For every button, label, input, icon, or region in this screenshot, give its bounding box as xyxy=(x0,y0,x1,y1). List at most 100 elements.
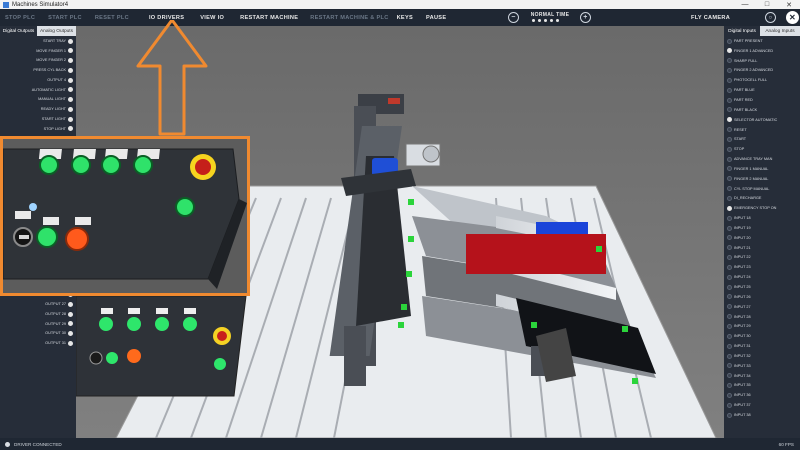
input-led-icon[interactable] xyxy=(727,255,732,261)
input-led-icon[interactable] xyxy=(727,363,732,369)
digital-input-row[interactable]: INPUT 20 xyxy=(724,233,800,243)
digital-input-row[interactable]: FINGER 1 MANUAL xyxy=(724,164,800,174)
digital-input-row[interactable]: INPUT 38 xyxy=(724,410,800,420)
input-led-icon[interactable] xyxy=(727,205,732,211)
input-led-icon[interactable] xyxy=(727,284,732,290)
digital-input-row[interactable]: INPUT 30 xyxy=(724,331,800,341)
digital-input-row[interactable]: SHARP FULL xyxy=(724,56,800,66)
keys-button[interactable]: KEYS xyxy=(397,15,413,21)
maximize-icon[interactable]: □ xyxy=(756,0,778,9)
minimize-icon[interactable]: — xyxy=(734,0,756,9)
digital-output-row[interactable]: PRESS CYL BACK xyxy=(0,65,76,75)
input-led-icon[interactable] xyxy=(727,333,732,339)
digital-input-row[interactable]: INPUT 29 xyxy=(724,321,800,331)
input-led-icon[interactable] xyxy=(727,215,732,221)
input-led-icon[interactable] xyxy=(727,392,732,398)
input-led-icon[interactable] xyxy=(727,146,732,152)
digital-output-row[interactable]: OUTPUT 28 xyxy=(0,309,76,319)
input-led-icon[interactable] xyxy=(727,225,732,231)
input-led-icon[interactable] xyxy=(727,77,732,83)
digital-input-row[interactable]: INPUT 26 xyxy=(724,292,800,302)
input-led-icon[interactable] xyxy=(727,176,732,182)
digital-input-row[interactable]: SELECTOR AUTOMATIC xyxy=(724,115,800,125)
digital-input-row[interactable]: INPUT 27 xyxy=(724,302,800,312)
digital-input-row[interactable]: INPUT 31 xyxy=(724,341,800,351)
input-led-icon[interactable] xyxy=(727,97,732,103)
input-led-icon[interactable] xyxy=(727,186,732,192)
digital-input-row[interactable]: FINGER 2 ADVANCED xyxy=(724,66,800,76)
digital-output-row[interactable]: START TRAY xyxy=(0,36,76,46)
digital-output-row[interactable]: MOVE FINGER 2 xyxy=(0,56,76,66)
input-led-icon[interactable] xyxy=(727,264,732,270)
tab-analog-outputs[interactable]: Analog Outputs xyxy=(37,26,76,36)
digital-input-row[interactable]: FINGER 1 ADVANCED xyxy=(724,46,800,56)
digital-input-row[interactable]: INPUT 23 xyxy=(724,262,800,272)
digital-input-row[interactable]: PART RED xyxy=(724,95,800,105)
digital-input-row[interactable]: INPUT 37 xyxy=(724,400,800,410)
digital-input-row[interactable]: INPUT 21 xyxy=(724,243,800,253)
digital-output-row[interactable]: STOP LIGHT xyxy=(0,124,76,134)
input-led-icon[interactable] xyxy=(727,294,732,300)
digital-input-row[interactable]: RESET xyxy=(724,125,800,135)
digital-input-row[interactable]: STOP xyxy=(724,144,800,154)
digital-input-row[interactable]: START xyxy=(724,134,800,144)
stop-plc-button[interactable]: STOP PLC xyxy=(5,15,35,21)
digital-output-row[interactable]: MANUAL LIGHT xyxy=(0,95,76,105)
input-led-icon[interactable] xyxy=(727,156,732,162)
digital-input-row[interactable]: INPUT 32 xyxy=(724,351,800,361)
exit-button[interactable]: ✕ xyxy=(786,11,799,24)
digital-input-row[interactable]: ADVANCE TRAY MAN xyxy=(724,154,800,164)
digital-input-row[interactable]: CYL STOP MANUAL xyxy=(724,184,800,194)
input-led-icon[interactable] xyxy=(727,136,732,142)
digital-input-row[interactable]: PART PRESENT xyxy=(724,36,800,46)
digital-output-row[interactable]: START LIGHT xyxy=(0,114,76,124)
faster-button[interactable]: + xyxy=(580,12,591,23)
input-led-icon[interactable] xyxy=(727,245,732,251)
tab-analog-inputs[interactable]: Analog Inputs xyxy=(760,26,800,36)
input-led-icon[interactable] xyxy=(727,373,732,379)
digital-output-row[interactable]: OUTPUT 31 xyxy=(0,338,76,348)
restart-machine-button[interactable]: RESTART MACHINE xyxy=(240,15,298,21)
digital-input-row[interactable]: INPUT 36 xyxy=(724,390,800,400)
input-led-icon[interactable] xyxy=(727,412,732,418)
digital-input-row[interactable]: INPUT 35 xyxy=(724,381,800,391)
input-led-icon[interactable] xyxy=(727,166,732,172)
start-plc-button[interactable]: START PLC xyxy=(48,15,82,21)
slower-button[interactable]: − xyxy=(508,12,519,23)
input-led-icon[interactable] xyxy=(727,107,732,113)
input-led-icon[interactable] xyxy=(727,314,732,320)
input-led-icon[interactable] xyxy=(727,68,732,74)
digital-input-row[interactable]: INPUT 28 xyxy=(724,312,800,322)
input-led-icon[interactable] xyxy=(727,196,732,201)
digital-output-row[interactable]: OUTPUT 29 xyxy=(0,319,76,329)
input-led-icon[interactable] xyxy=(727,235,732,241)
digital-input-row[interactable]: INPUT 24 xyxy=(724,272,800,282)
digital-input-row[interactable]: INPUT 18 xyxy=(724,213,800,223)
digital-output-row[interactable]: OUTPUT 4 xyxy=(0,75,76,85)
input-led-icon[interactable] xyxy=(727,117,732,123)
input-led-icon[interactable] xyxy=(727,402,732,408)
input-led-icon[interactable] xyxy=(727,58,732,64)
digital-input-row[interactable]: INPUT 33 xyxy=(724,361,800,371)
digital-output-row[interactable]: MOVE FINGER 1 xyxy=(0,46,76,56)
camera-icon[interactable]: ○ xyxy=(765,12,776,23)
restart-machine-plc-button[interactable]: RESTART MACHINE & PLC xyxy=(310,15,388,21)
digital-input-row[interactable]: EMERGENCY STOP ON xyxy=(724,203,800,213)
reset-plc-button[interactable]: RESET PLC xyxy=(95,15,129,21)
input-led-icon[interactable] xyxy=(727,304,732,310)
fly-camera-button[interactable]: FLY CAMERA xyxy=(691,15,730,21)
input-led-icon[interactable] xyxy=(727,48,732,54)
input-led-icon[interactable] xyxy=(727,383,732,389)
pause-button[interactable]: PAUSE xyxy=(426,15,446,21)
tab-digital-inputs[interactable]: Digital Inputs xyxy=(724,26,760,36)
input-led-icon[interactable] xyxy=(727,38,732,44)
digital-input-row[interactable]: INPUT 25 xyxy=(724,282,800,292)
input-led-icon[interactable] xyxy=(727,353,732,359)
input-led-icon[interactable] xyxy=(727,343,732,349)
digital-output-row[interactable]: OUTPUT 27 xyxy=(0,299,76,309)
digital-output-row[interactable]: AUTOMATIC LIGHT xyxy=(0,85,76,95)
digital-input-row[interactable]: PHOTOCELL FULL xyxy=(724,75,800,85)
digital-input-row[interactable]: INPUT 19 xyxy=(724,223,800,233)
input-led-icon[interactable] xyxy=(727,87,732,93)
digital-output-row[interactable]: OUTPUT 30 xyxy=(0,329,76,339)
